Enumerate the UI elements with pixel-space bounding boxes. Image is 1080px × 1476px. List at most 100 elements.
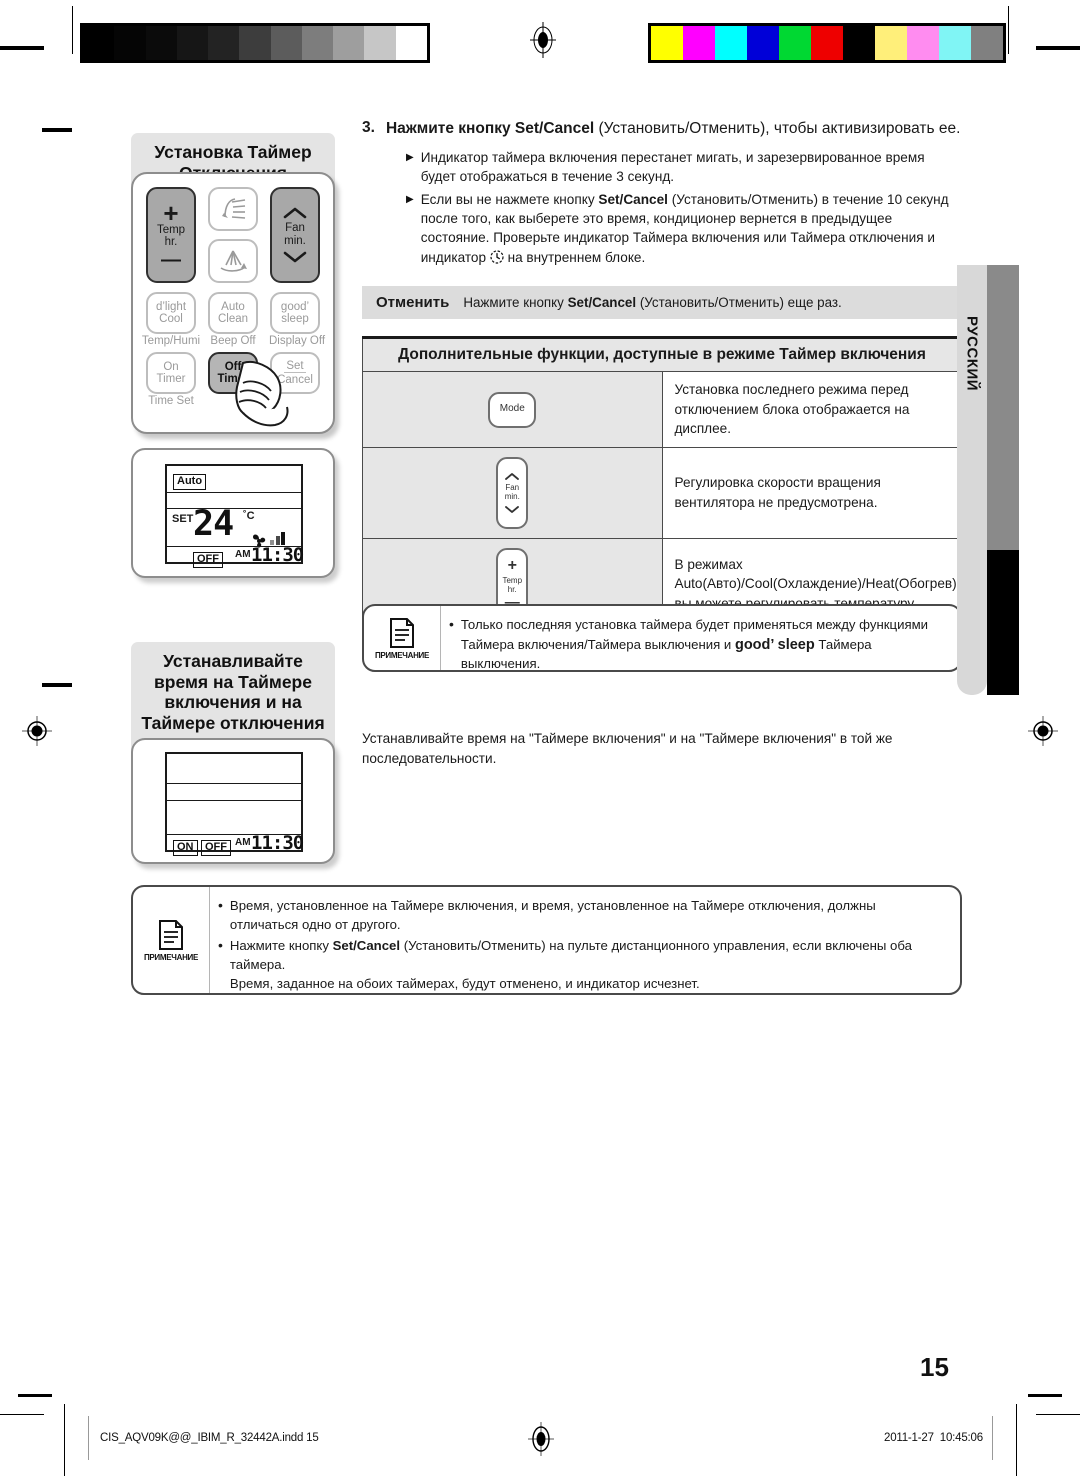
temp-icon-label-2: hr.	[507, 584, 517, 594]
table-row: Mode Установка последнего режима перед о…	[362, 370, 962, 449]
air-swing-down-icon	[220, 250, 247, 272]
air-swing-up-icon	[222, 198, 246, 219]
note-box-timer-priority: ПРИМЕЧАНИЕ • Только последняя установка …	[362, 604, 962, 672]
step-heading-setcancel: Set/Cancel	[514, 120, 595, 137]
step-bullet-1: ▶ Индикатор таймера включения перестанет…	[406, 148, 962, 187]
pointing-hand-icon	[235, 361, 289, 427]
display-off-sublabel: Display Off	[268, 335, 326, 347]
chevron-up-icon	[505, 473, 520, 481]
language-tab-black-strip	[987, 550, 1019, 695]
triangle-bullet-icon-2: ▶	[406, 193, 414, 205]
hr-label: hr.	[164, 236, 178, 249]
dlight-cool-button[interactable]: d’light Cool	[146, 292, 196, 334]
note-item: • Только последняя установка таймера буд…	[449, 616, 946, 674]
language-tab: РУССКИЙ	[957, 265, 1019, 695]
lcd-off-badge: OFF	[193, 552, 223, 568]
cancel-row-label: Отменить	[376, 294, 450, 311]
lcd2-on-badge: ON	[173, 840, 198, 856]
bullet-dot-icon: •	[218, 897, 223, 913]
crop-line-bottom-left	[0, 1414, 44, 1415]
crop-mark-vertical-right	[1008, 6, 1009, 54]
registration-mark-top	[530, 22, 556, 58]
table-row: Fan min. Регулировка скорости вращения в…	[362, 447, 962, 540]
table-icon-cell-mode: Mode	[362, 370, 663, 449]
note-caption-2: ПРИМЕЧАНИЕ	[143, 952, 199, 962]
cancel-text-setcancel: Set/Cancel	[567, 295, 637, 310]
auto-clean-line1: Auto	[221, 300, 245, 313]
registration-mark-right	[1028, 716, 1058, 750]
air-swing-down-button[interactable]	[208, 239, 258, 283]
lcd-mode-badge: Auto	[173, 474, 207, 490]
on-timer-line2: Timer	[156, 373, 186, 385]
temp-hr-button[interactable]: + Temp hr. —	[146, 187, 196, 283]
table-header-cell: Дополнительные функции, доступные в режи…	[362, 336, 962, 372]
table-icon-cell-fan: Fan min.	[362, 447, 663, 540]
chevron-down-icon	[283, 251, 307, 263]
printer-calibration-bar	[0, 0, 1080, 80]
step-bullet-2-text: Если вы не нажмете кнопку Set/Cancel (Ус…	[421, 190, 962, 267]
step-number: 3.	[362, 119, 375, 136]
step-bullet-1-text: Индикатор таймера включения перестанет м…	[420, 150, 925, 185]
plus-icon: +	[163, 197, 179, 228]
fan-button-icon: Fan min.	[496, 457, 529, 530]
bullet-dot-icon-2: •	[218, 937, 223, 954]
cancel-text-a: Нажмите кнопку	[463, 295, 568, 310]
both-timer-order-text: Устанавливайте время на "Таймере включен…	[362, 731, 893, 766]
step-bullet-2: ▶ Если вы не нажмете кнопку Set/Cancel (…	[406, 190, 962, 267]
chevron-up-icon	[283, 207, 307, 219]
note-box-both-timers: ПРИМЕЧАНИЕ • Время, установленное на Тай…	[131, 885, 962, 995]
lcd2-meridiem: AM	[235, 837, 251, 848]
note1-goodsleep: good’ sleep	[734, 636, 815, 653]
auto-clean-button[interactable]: Auto Clean	[208, 292, 258, 334]
lcd2-off-badge: OFF	[201, 840, 231, 856]
note-item: • Нажмите кнопку Set/Cancel (Установить/…	[218, 937, 946, 993]
lcd-meridiem: AM	[235, 549, 251, 560]
note-marker-2: ПРИМЕЧАНИЕ	[133, 887, 210, 993]
auto-clean-line2: Clean	[217, 313, 249, 325]
bullet2-part-d: на внутреннем блоке.	[503, 249, 646, 265]
footer-date: 2011-1-27	[884, 1432, 934, 1444]
bullet2-setcancel: Set/Cancel	[598, 191, 668, 207]
lcd-display-both-timers: ON OFF AM 11:30	[131, 738, 335, 864]
footer-filename: CIS_AQV09K@@_IBIM_R_32442A.indd 15	[100, 1432, 319, 1444]
lcd-set-label: SET	[172, 513, 194, 525]
clock-icon	[490, 250, 504, 264]
note2-setcancel: Set/Cancel	[332, 938, 401, 954]
crop-line-bottom-right	[1036, 1414, 1080, 1415]
trim-tick-left-lower	[42, 683, 72, 687]
cancel-instruction-row: Отменить Нажмите кнопку Set/Cancel (Уста…	[362, 286, 962, 319]
note2-part-a: Нажмите кнопку	[229, 938, 333, 954]
air-swing-up-button[interactable]	[208, 187, 258, 231]
good-sleep-line1: good’	[280, 300, 310, 313]
on-timer-button[interactable]: On Timer	[146, 352, 196, 394]
step-heading-part3: (Установить/Отменить), чтобы активизиров…	[594, 120, 961, 137]
plus-icon: +	[507, 556, 517, 574]
color-calibration-strip	[648, 23, 1006, 63]
lcd-time: 11:30	[251, 544, 304, 566]
note-document-icon	[159, 919, 183, 950]
note-item-text: Только последняя установка таймера будет…	[461, 616, 946, 674]
cancel-text-c: (Установить/Отменить) еще раз.	[636, 295, 842, 310]
fan-min-button[interactable]: Fan min.	[270, 187, 320, 283]
good-sleep-line2: sleep	[281, 313, 309, 325]
good-sleep-button[interactable]: good’ sleep	[270, 292, 320, 334]
table-text-cell-mode: Установка последнего режима перед отключ…	[661, 370, 962, 449]
note-item: • Время, установленное на Таймере включе…	[218, 897, 946, 934]
dlight-cool-line1: d’light	[155, 300, 187, 313]
trim-tick-left-upper	[42, 128, 72, 132]
crop-dash-right	[1036, 46, 1080, 50]
lcd-temperature: 24	[193, 504, 234, 544]
page-number: 15	[920, 1352, 949, 1382]
registration-mark-bottom	[528, 1422, 554, 1456]
footer-rule-left	[88, 1416, 89, 1460]
note2-item2-text: Нажмите кнопку Set/Cancel (Установить/От…	[230, 937, 946, 993]
table-header-row: Дополнительные функции, доступные в режи…	[362, 336, 962, 372]
footer-timestamp: 2011-1-27 10:45:06	[884, 1432, 983, 1444]
table-text-cell-fan: Регулировка скорости вращения вентилятор…	[661, 447, 962, 540]
chevron-down-icon	[505, 505, 520, 513]
lcd2-time: 11:30	[251, 832, 304, 854]
mode-button-icon: Mode	[488, 391, 537, 428]
fan-label: Fan	[285, 222, 305, 235]
fan-icon-label-2: min.	[504, 492, 520, 502]
minus-icon: —	[161, 248, 181, 271]
